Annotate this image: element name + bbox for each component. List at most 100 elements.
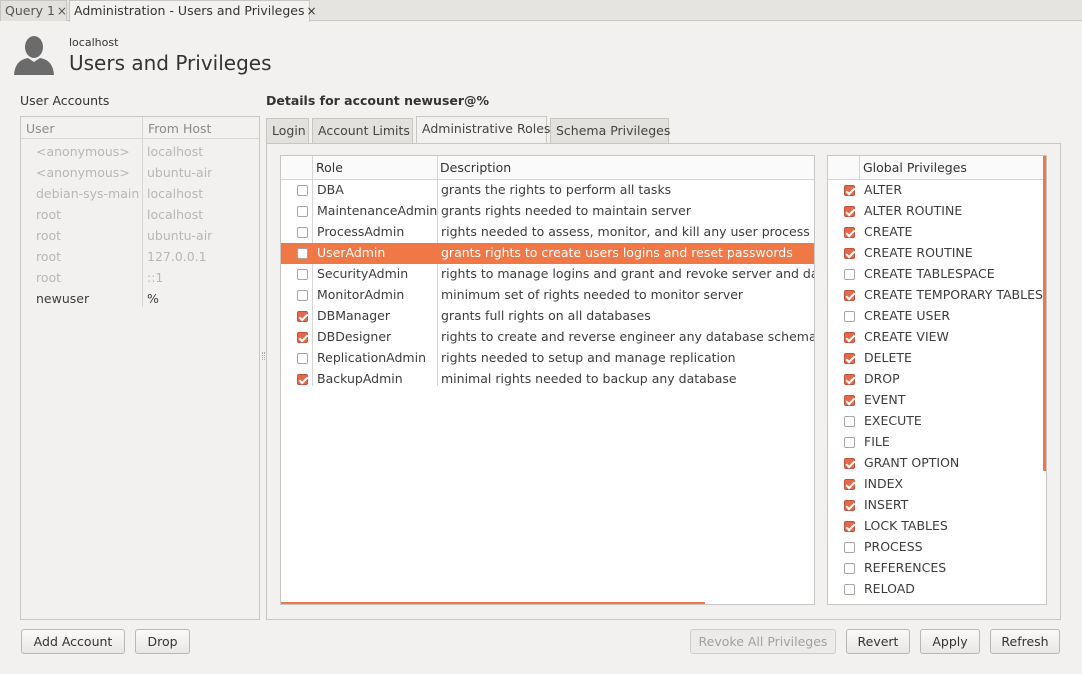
tab-query-1[interactable]: Query 1 × — [0, 0, 67, 21]
privilege-checkbox[interactable] — [844, 395, 855, 406]
tab-administration[interactable]: Administration - Users and Privileges × — [69, 0, 317, 22]
role-row[interactable]: MonitorAdmin minimum set of rights needed… — [281, 285, 814, 306]
privilege-checkbox[interactable] — [844, 332, 855, 343]
add-account-button[interactable]: Add Account — [21, 629, 125, 654]
splitter-handle[interactable] — [262, 352, 265, 360]
roles-table[interactable]: Role Description DBA grants the rights to… — [280, 155, 815, 605]
tab-administrative-roles[interactable]: Administrative Roles — [416, 116, 550, 144]
role-checkbox[interactable] — [297, 311, 308, 322]
role-checkbox[interactable] — [297, 206, 308, 217]
horizontal-scrollbar[interactable] — [281, 602, 705, 604]
role-row[interactable]: ReplicationAdmin rights needed to setup a… — [281, 348, 814, 369]
user-account-row[interactable]: <anonymous> localhost — [21, 141, 259, 162]
column-header-global-privileges[interactable]: Global Privileges — [863, 160, 967, 175]
user-account-row[interactable]: root ubuntu-air — [21, 225, 259, 246]
privilege-checkbox[interactable] — [844, 185, 855, 196]
role-checkbox[interactable] — [297, 374, 308, 385]
drop-button[interactable]: Drop — [135, 629, 190, 654]
privilege-row[interactable]: CREATE — [828, 222, 1042, 243]
privilege-row[interactable]: INSERT — [828, 495, 1042, 516]
privilege-checkbox[interactable] — [844, 437, 855, 448]
column-header-user[interactable]: User — [21, 117, 142, 139]
role-checkbox[interactable] — [297, 269, 308, 280]
refresh-button[interactable]: Refresh — [990, 629, 1060, 654]
close-icon[interactable]: × — [307, 4, 317, 18]
privilege-checkbox[interactable] — [844, 374, 855, 385]
privilege-row[interactable]: DROP — [828, 369, 1042, 390]
user-accounts-heading: User Accounts — [20, 93, 110, 108]
privilege-row[interactable]: LOCK TABLES — [828, 516, 1042, 537]
revoke-all-privileges-button[interactable]: Revoke All Privileges — [690, 629, 836, 654]
privilege-row[interactable]: REFERENCES — [828, 558, 1042, 579]
privilege-checkbox[interactable] — [844, 248, 855, 259]
privilege-row[interactable]: RELOAD — [828, 579, 1042, 600]
user-accounts-list[interactable]: User From Host <anonymous> localhost <anon… — [20, 116, 260, 620]
role-row[interactable]: MaintenanceAdmin grants rights needed to … — [281, 201, 814, 222]
privilege-checkbox[interactable] — [844, 458, 855, 469]
privilege-row[interactable]: FILE — [828, 432, 1042, 453]
column-header-description[interactable]: Description — [440, 160, 511, 175]
role-row[interactable]: DBDesigner rights to create and reverse e… — [281, 327, 814, 348]
role-row[interactable]: DBManager grants full rights on all datab… — [281, 306, 814, 327]
user-account-row[interactable]: root::1 — [21, 267, 259, 288]
user-name: <anonymous> — [36, 165, 130, 180]
role-row[interactable]: SecurityAdmin rights to manage logins and… — [281, 264, 814, 285]
user-account-row[interactable]: root 127.0.0.1 — [21, 246, 259, 267]
privilege-row[interactable]: DELETE — [828, 348, 1042, 369]
role-checkbox[interactable] — [297, 332, 308, 343]
role-row[interactable]: UserAdmin grants rights to create users l… — [281, 243, 814, 264]
role-row[interactable]: ProcessAdmin rights needed to assess, mon… — [281, 222, 814, 243]
column-divider — [859, 156, 860, 180]
tab-login[interactable]: Login — [266, 118, 309, 143]
privilege-row[interactable]: EXECUTE — [828, 411, 1042, 432]
tab-account-limits[interactable]: Account Limits — [312, 118, 413, 143]
user-account-row[interactable]: <anonymous> ubuntu-air — [21, 162, 259, 183]
vertical-scrollbar[interactable] — [1043, 156, 1046, 471]
privilege-row[interactable]: ALTER ROUTINE — [828, 201, 1042, 222]
user-account-row[interactable]: newuser% — [21, 288, 259, 309]
privilege-checkbox[interactable] — [844, 563, 855, 574]
privilege-checkbox[interactable] — [844, 227, 855, 238]
tab-schema-privileges[interactable]: Schema Privileges — [550, 118, 670, 143]
privilege-checkbox[interactable] — [844, 542, 855, 553]
role-checkbox[interactable] — [297, 185, 308, 196]
privilege-checkbox[interactable] — [844, 479, 855, 490]
privilege-checkbox[interactable] — [844, 584, 855, 595]
privilege-row[interactable]: GRANT OPTION — [828, 453, 1042, 474]
user-account-row[interactable]: debian-sys-maint localhost — [21, 183, 259, 204]
privilege-checkbox[interactable] — [844, 206, 855, 217]
privilege-checkbox[interactable] — [844, 269, 855, 280]
privilege-checkbox[interactable] — [844, 290, 855, 301]
user-account-row[interactable]: root localhost — [21, 204, 259, 225]
apply-button[interactable]: Apply — [920, 629, 980, 654]
privilege-checkbox[interactable] — [844, 500, 855, 511]
privilege-row[interactable]: CREATE USER — [828, 306, 1042, 327]
privilege-row[interactable]: CREATE TABLESPACE — [828, 264, 1042, 285]
role-name: SecurityAdmin — [317, 266, 409, 281]
privilege-checkbox[interactable] — [844, 521, 855, 532]
column-header-role[interactable]: Role — [316, 160, 343, 175]
column-header-from-host[interactable]: From Host — [143, 117, 259, 139]
revert-button[interactable]: Revert — [846, 629, 910, 654]
privilege-checkbox[interactable] — [844, 311, 855, 322]
privilege-row[interactable]: INDEX — [828, 474, 1042, 495]
role-checkbox[interactable] — [297, 227, 308, 238]
privilege-row[interactable]: PROCESS — [828, 537, 1042, 558]
privileges-table-header: Global Privileges — [828, 156, 1046, 180]
close-icon[interactable]: × — [57, 4, 67, 18]
role-name: ReplicationAdmin — [317, 350, 427, 365]
privilege-checkbox[interactable] — [844, 353, 855, 364]
role-checkbox[interactable] — [297, 353, 308, 364]
privilege-row[interactable]: ALTER — [828, 180, 1042, 201]
privilege-checkbox[interactable] — [844, 416, 855, 427]
privilege-name: LOCK TABLES — [864, 518, 948, 533]
privilege-row[interactable]: CREATE ROUTINE — [828, 243, 1042, 264]
role-checkbox[interactable] — [297, 290, 308, 301]
privilege-row[interactable]: CREATE TEMPORARY TABLES — [828, 285, 1043, 306]
role-row[interactable]: BackupAdmin minimal rights needed to back… — [281, 369, 814, 390]
privilege-row[interactable]: EVENT — [828, 390, 1042, 411]
role-row[interactable]: DBA grants the rights to perform all task… — [281, 180, 814, 201]
role-checkbox[interactable] — [297, 248, 308, 259]
global-privileges-table[interactable]: Global Privileges ALTER ALTER ROUTINE CREA… — [827, 155, 1047, 605]
privilege-row[interactable]: CREATE VIEW — [828, 327, 1042, 348]
